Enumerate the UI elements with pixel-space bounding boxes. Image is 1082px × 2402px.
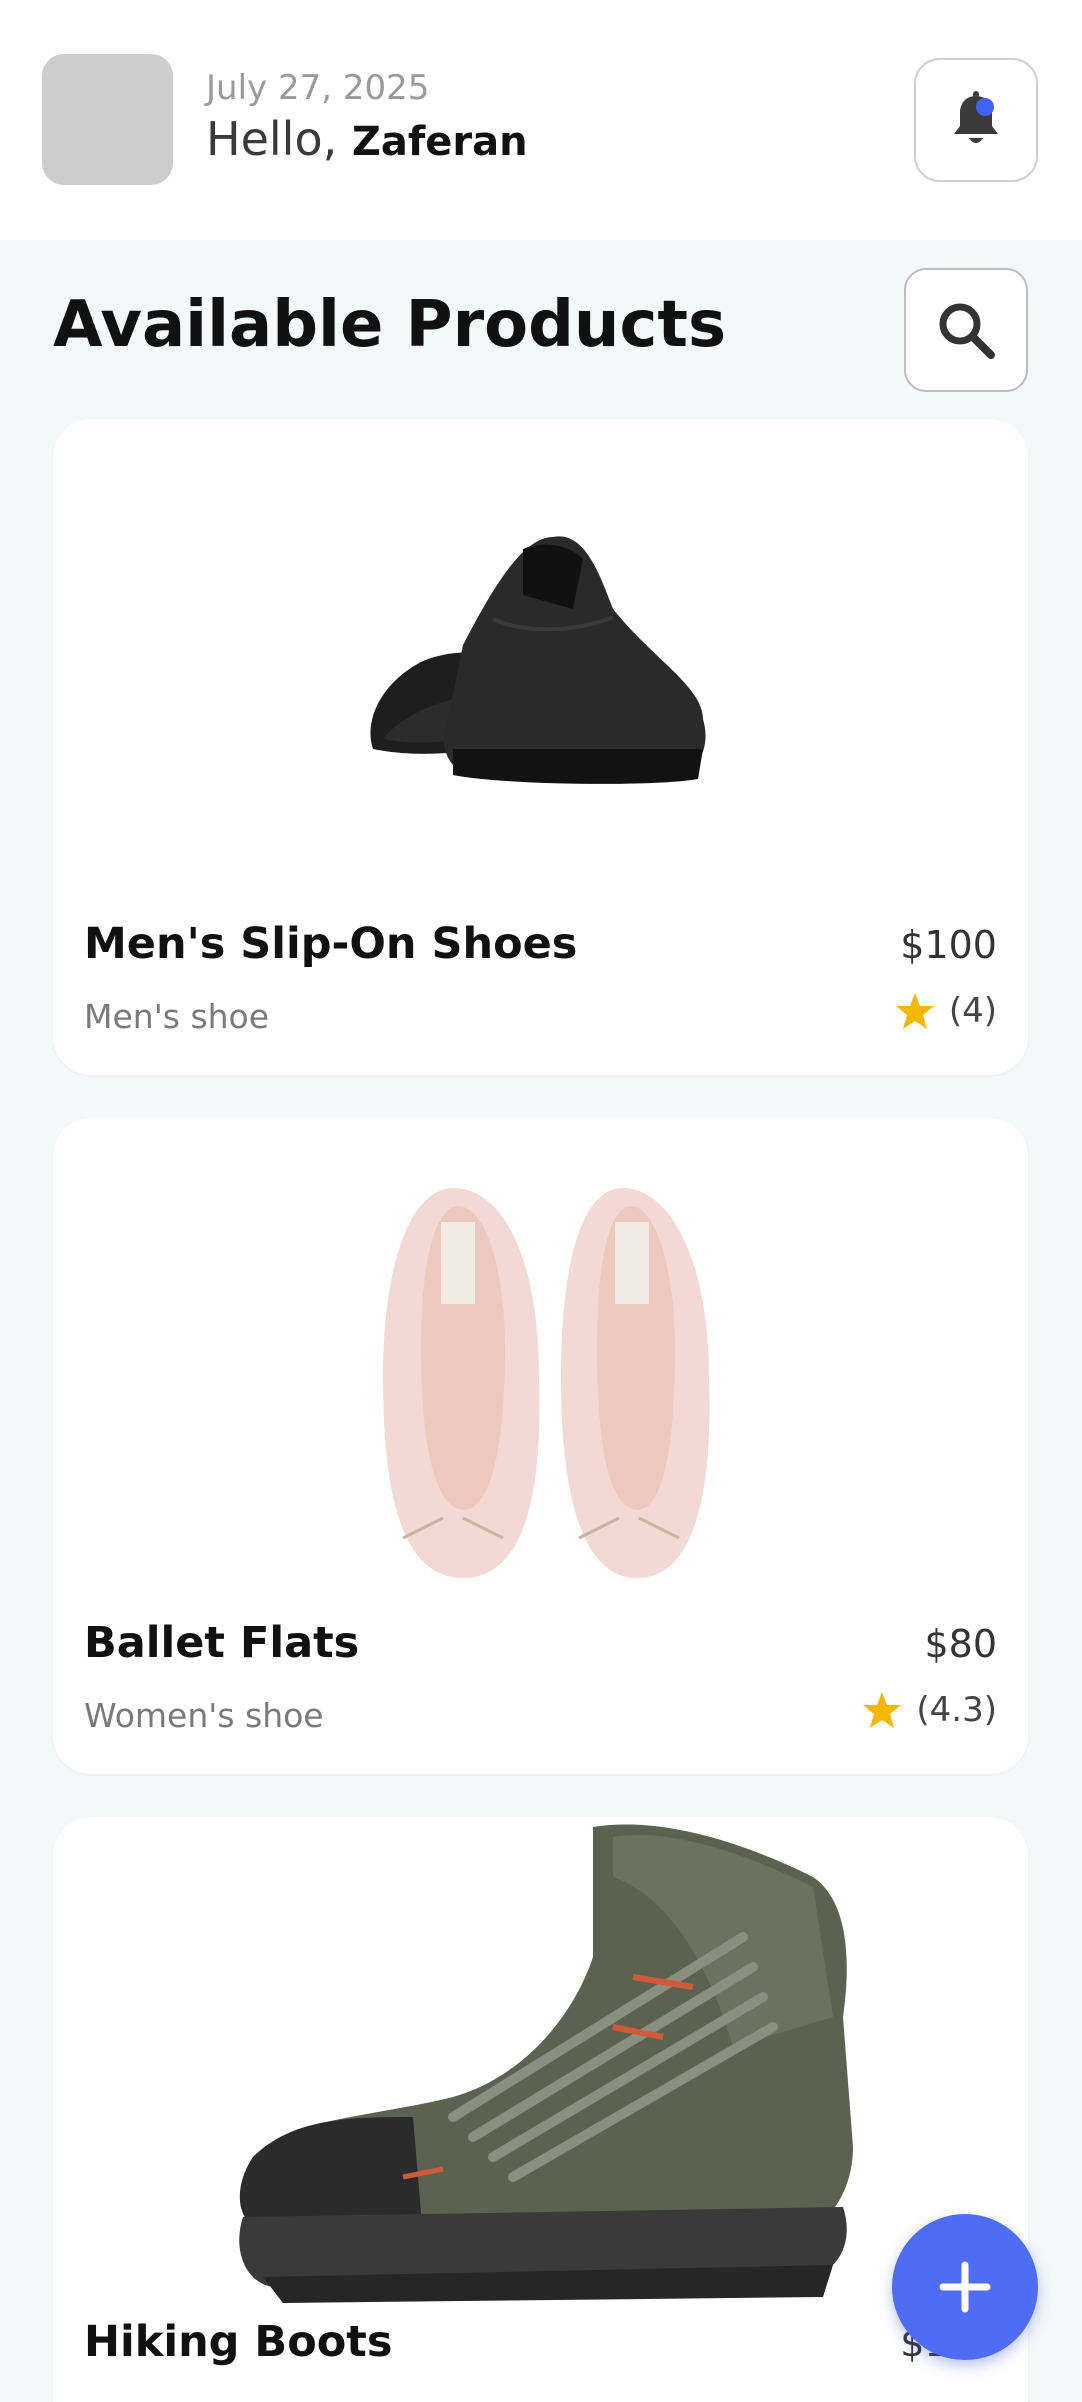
bell-icon bbox=[954, 91, 998, 143]
pink-ballet-flats-image bbox=[383, 1188, 710, 1578]
product-image bbox=[53, 1118, 1028, 1608]
add-product-button[interactable] bbox=[892, 2214, 1038, 2360]
product-image bbox=[53, 1817, 1028, 2307]
black-slip-on-shoes-image bbox=[370, 536, 706, 784]
plus-icon bbox=[939, 2261, 991, 2313]
greeting: Hello, Zaferan bbox=[206, 112, 528, 166]
product-price: $100 bbox=[900, 923, 997, 967]
page-title: Available Products bbox=[53, 288, 727, 362]
app-header: July 27, 2025 Hello, Zaferan bbox=[0, 0, 1082, 240]
product-rating: (4.3) bbox=[862, 1690, 997, 1730]
product-category: Men's shoe bbox=[84, 997, 270, 1036]
star-icon bbox=[863, 1692, 902, 1728]
search-button[interactable] bbox=[904, 268, 1028, 392]
product-price: $80 bbox=[924, 1622, 997, 1666]
green-hiking-boot-image bbox=[239, 1824, 853, 2303]
rating-value: (4.3) bbox=[916, 1690, 997, 1730]
star-icon bbox=[895, 993, 934, 1029]
product-name: Ballet Flats bbox=[84, 1618, 360, 1668]
rating-value: (4) bbox=[948, 991, 997, 1031]
product-card[interactable]: Hiking Boots $150 bbox=[53, 1817, 1028, 2402]
notifications-button[interactable] bbox=[914, 58, 1038, 182]
avatar[interactable] bbox=[42, 54, 173, 185]
current-date: July 27, 2025 bbox=[206, 68, 430, 108]
product-card[interactable]: Men's Slip-On Shoes $100 Men's shoe (4) bbox=[53, 419, 1028, 1075]
greeting-text: Hello, bbox=[206, 112, 338, 166]
notification-dot bbox=[976, 98, 994, 116]
user-name: Zaferan bbox=[351, 119, 528, 165]
product-name: Men's Slip-On Shoes bbox=[84, 919, 578, 969]
product-card[interactable]: Ballet Flats $80 Women's shoe (4.3) bbox=[53, 1118, 1028, 1774]
product-name: Hiking Boots bbox=[84, 2317, 393, 2367]
product-rating: (4) bbox=[895, 991, 997, 1031]
product-category: Women's shoe bbox=[84, 1696, 324, 1735]
product-image bbox=[53, 419, 1028, 909]
search-icon bbox=[939, 303, 995, 359]
